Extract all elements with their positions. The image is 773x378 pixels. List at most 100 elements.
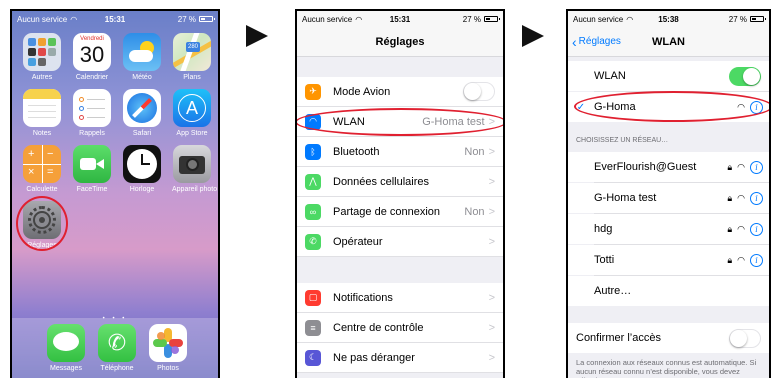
wifi-signal-icon: ◠ — [70, 14, 78, 24]
app-label: Calendrier — [75, 74, 109, 81]
row-label: Données cellulaires — [333, 175, 429, 188]
dock-messages[interactable]: Messages — [46, 324, 86, 372]
chevron-right-icon: > — [488, 291, 495, 304]
arrow-right-icon — [246, 25, 268, 47]
app-meteo[interactable]: Météo — [122, 33, 162, 81]
wlan-screen: Aucun service ◠ 15:38 27 % ‹ Réglages WLA… — [568, 11, 769, 378]
network-row[interactable]: hdg 🔒︎ ◠ i — [568, 214, 769, 244]
calculator-icon: + − × = — [23, 145, 61, 183]
row-value: Non — [464, 205, 485, 218]
info-icon[interactable]: i — [750, 222, 763, 236]
network-row[interactable]: G-Homa test 🔒︎ ◠ i — [568, 183, 769, 213]
app-label: App Store — [176, 130, 208, 137]
network-row[interactable]: EverFlourish@Guest 🔒︎ ◠ i — [568, 152, 769, 182]
settings-gear-icon — [23, 201, 61, 239]
info-icon[interactable]: i — [750, 253, 763, 267]
chevron-right-icon: > — [488, 235, 495, 248]
back-button[interactable]: ‹ Réglages — [572, 34, 621, 50]
connected-network-row[interactable]: ✓ G-Homa ◠ i — [568, 92, 769, 122]
row-label: Mode Avion — [333, 85, 391, 98]
carrier-label: Aucun service — [17, 14, 68, 24]
wlan-toggle[interactable] — [729, 66, 761, 86]
row-label: Bluetooth — [333, 145, 380, 158]
carrier-phone-icon: ✆ — [305, 233, 321, 250]
wifi-signal-icon: ◠ — [737, 101, 745, 112]
row-label: Partage de connexion — [333, 205, 441, 218]
app-label: Notes — [32, 130, 52, 137]
battery-icon — [750, 16, 767, 22]
weather-icon — [123, 33, 161, 71]
status-bar: Aucun service ◠ 15:38 27 % — [568, 11, 769, 27]
app-label: Autres — [31, 74, 53, 81]
airplane-toggle[interactable] — [463, 82, 495, 101]
app-label: FaceTime — [76, 186, 108, 193]
app-calendrier[interactable]: Vendredi 30 Calendrier — [72, 33, 112, 81]
nav-bar: Réglages — [297, 27, 503, 57]
app-horloge[interactable]: Horloge — [122, 145, 162, 193]
app-facetime[interactable]: FaceTime — [72, 145, 112, 193]
wlan-label: WLAN — [594, 70, 626, 82]
other-network-row[interactable]: Autre… — [568, 276, 769, 306]
wifi-signal-icon: ◠ — [355, 14, 363, 24]
app-label: Messages — [50, 365, 82, 372]
battery-percent: 27 % — [728, 14, 748, 24]
battery-percent: 27 % — [462, 14, 481, 24]
network-name: G-Homa test — [594, 192, 657, 204]
status-time: 15:38 — [658, 14, 679, 24]
app-rappels[interactable]: Rappels — [72, 89, 112, 137]
app-autres[interactable]: Autres — [22, 33, 62, 81]
cellular-icon: ⋀ — [305, 173, 321, 190]
status-bar: Aucun service ◠ 15:31 27 % — [12, 11, 218, 27]
wlan-toggle-row: WLAN — [568, 61, 769, 91]
camera-icon — [173, 145, 211, 183]
settings-row-bluetooth[interactable]: ᛒ Bluetooth Non > — [297, 137, 503, 167]
network-row[interactable]: Totti 🔒︎ ◠ i — [568, 245, 769, 275]
dock: Messages ✆ Téléphone Photos — [12, 318, 218, 378]
moon-icon: ☾ — [305, 349, 321, 366]
settings-row-hotspot[interactable]: ∞ Partage de connexion Non > — [297, 197, 503, 227]
row-label: Centre de contrôle — [333, 321, 424, 334]
info-icon[interactable]: i — [750, 160, 763, 174]
settings-row-do-not-disturb[interactable]: ☾ Ne pas déranger > — [297, 343, 503, 373]
settings-row-wlan[interactable]: ◠ WLAN G-Homa test > — [297, 107, 503, 137]
chevron-right-icon: > — [488, 145, 495, 158]
home-screen: Aucun service ◠ 15:31 27 % Autres Vendred… — [12, 11, 218, 378]
settings-row-carrier[interactable]: ✆ Opérateur > — [297, 227, 503, 257]
page-title: WLAN — [652, 35, 685, 48]
app-label: Safari — [132, 130, 152, 137]
wifi-icon: ◠ — [305, 113, 321, 130]
nav-bar: ‹ Réglages WLAN — [568, 27, 769, 57]
settings-row-cellular[interactable]: ⋀ Données cellulaires > — [297, 167, 503, 197]
settings-row-control-center[interactable]: ≡ Centre de contrôle > — [297, 313, 503, 343]
app-notes[interactable]: Notes — [22, 89, 62, 137]
status-time: 15:31 — [104, 14, 126, 24]
app-safari[interactable]: Safari — [122, 89, 162, 137]
app-label: Météo — [132, 74, 152, 81]
settings-row-airplane[interactable]: ✈ Mode Avion — [297, 77, 503, 107]
app-label: Photos — [157, 365, 179, 372]
ask-join-toggle[interactable] — [729, 328, 761, 348]
info-icon[interactable]: i — [750, 100, 763, 114]
phone-home-screen: Aucun service ◠ 15:31 27 % Autres Vendred… — [10, 9, 220, 378]
app-label: Rappels — [79, 130, 105, 137]
app-store[interactable]: A App Store — [172, 89, 212, 137]
dock-photos[interactable]: Photos — [148, 324, 188, 372]
hotspot-icon: ∞ — [305, 203, 321, 220]
folder-icon — [23, 33, 61, 71]
app-plans[interactable]: 280 Plans — [172, 33, 212, 81]
app-label: Calculette — [26, 186, 58, 193]
phone-settings-screen: Aucun service ◠ 15:31 27 % Réglages ✈ Mod… — [295, 9, 505, 378]
dock-telephone[interactable]: ✆ Téléphone — [97, 324, 137, 372]
reminders-icon — [73, 89, 111, 127]
row-label: Notifications — [333, 291, 393, 304]
app-calculette[interactable]: + − × = Calculette — [22, 145, 62, 193]
calendar-date: 30 — [79, 42, 105, 67]
info-icon[interactable]: i — [750, 191, 763, 205]
settings-row-notifications[interactable]: ▢ Notifications > — [297, 283, 503, 313]
phone-icon: ✆ — [98, 324, 136, 362]
wifi-signal-icon: ◠ — [737, 254, 745, 265]
battery-icon — [483, 16, 500, 22]
app-appareil-photo[interactable]: Appareil photo — [172, 145, 217, 193]
app-reglages[interactable]: Réglages — [22, 201, 62, 249]
network-name: EverFlourish@Guest — [594, 161, 697, 173]
